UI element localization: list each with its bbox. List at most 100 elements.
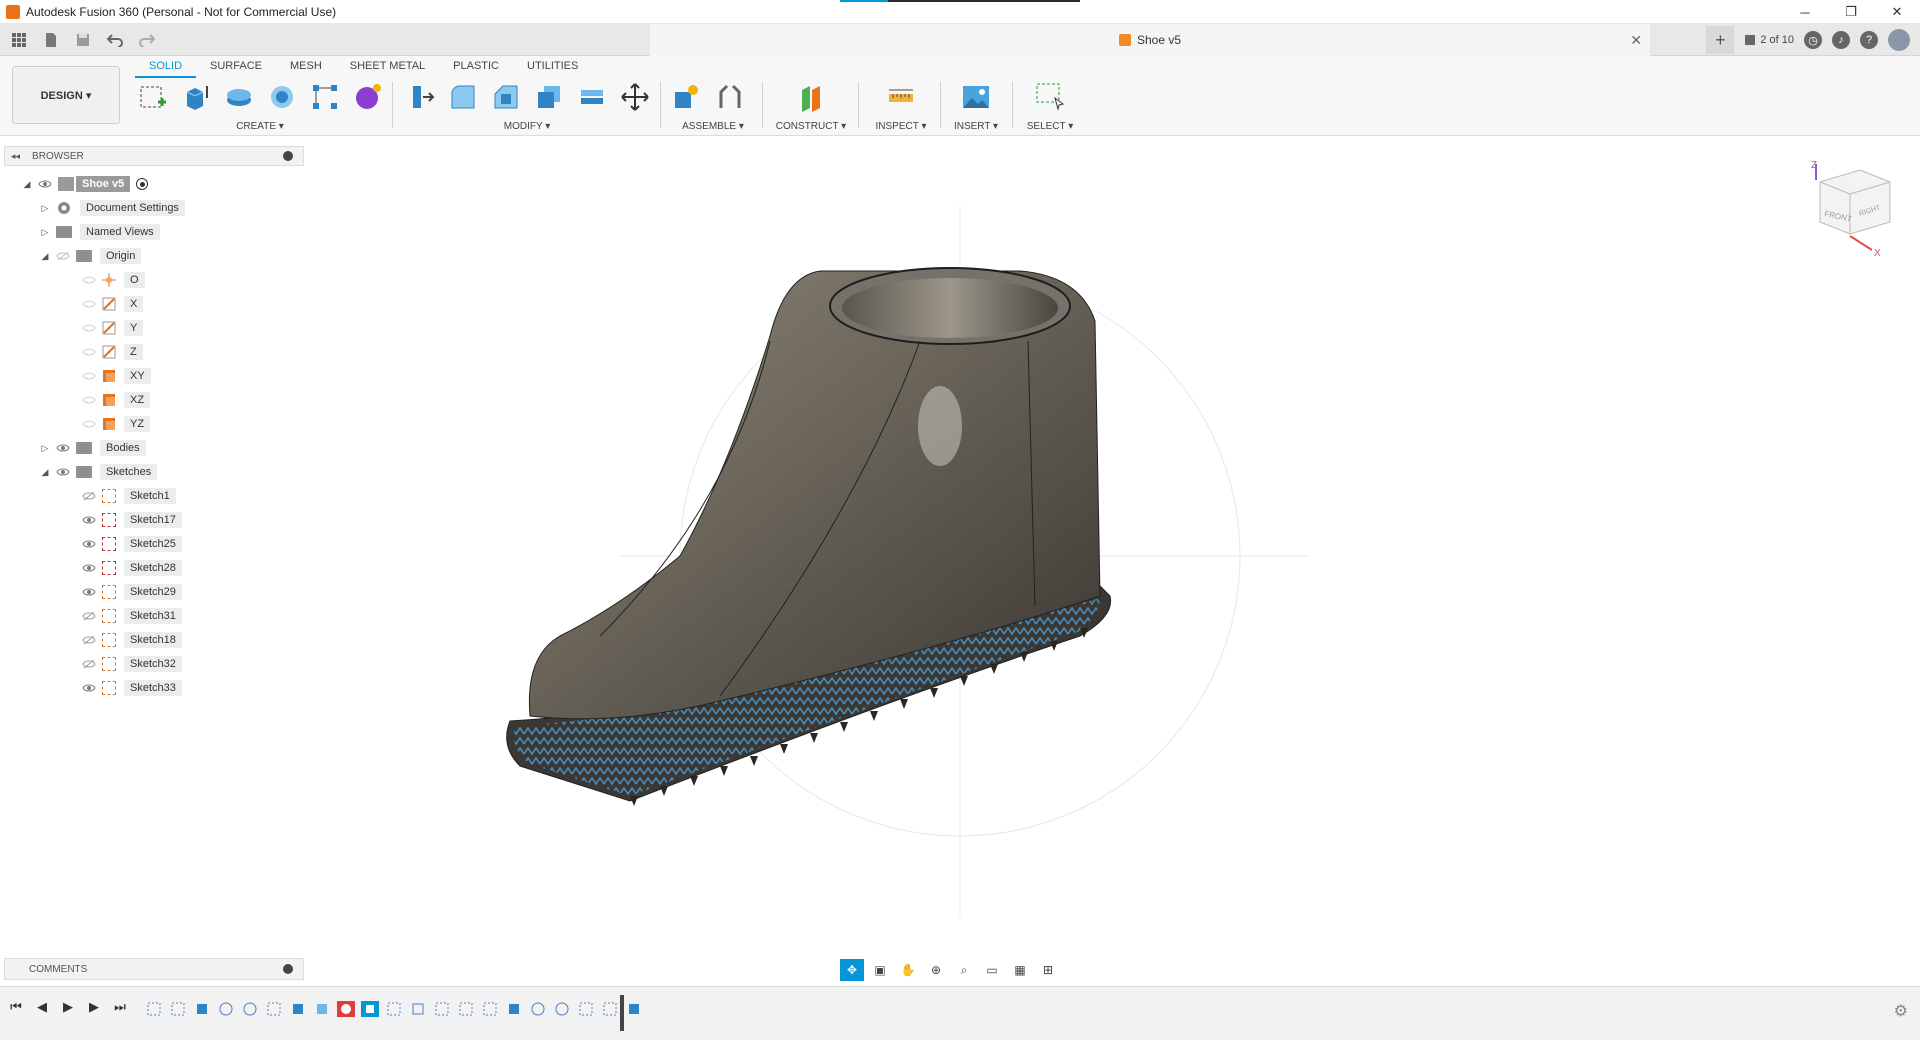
hidden-eye-icon[interactable] xyxy=(82,299,96,309)
tree-item-sketch[interactable]: Sketch29 xyxy=(82,582,182,602)
tree-item-origin[interactable]: ◢ Origin xyxy=(40,246,142,266)
tree-item-z-axis[interactable]: Z xyxy=(82,342,143,362)
tree-item-sketch[interactable]: Sketch32 xyxy=(82,654,182,674)
user-avatar[interactable] xyxy=(1888,29,1910,51)
tab-surface[interactable]: SURFACE xyxy=(196,58,276,78)
timeline-sketch-icon[interactable] xyxy=(577,1001,595,1017)
tree-item-xz-plane[interactable]: XZ xyxy=(82,390,151,410)
file-menu-icon[interactable] xyxy=(40,29,62,51)
shell-icon[interactable] xyxy=(531,79,566,115)
create-menu[interactable]: CREATE ▾ xyxy=(135,121,385,132)
zoom-icon[interactable]: ⊕ xyxy=(924,959,948,981)
timeline-extrude-icon[interactable] xyxy=(193,1001,211,1017)
select-menu[interactable]: SELECT ▾ xyxy=(1018,121,1082,132)
close-tab-icon[interactable]: ✕ xyxy=(1630,32,1642,49)
hidden-eye-icon[interactable] xyxy=(82,635,96,645)
pin-panel-icon[interactable] xyxy=(283,151,293,161)
create-sketch-icon[interactable] xyxy=(135,79,170,115)
inspect-menu[interactable]: INSPECT ▾ xyxy=(866,121,936,132)
timeline-combine-icon[interactable] xyxy=(313,1001,331,1017)
tree-item-sketch[interactable]: Sketch18 xyxy=(82,630,182,650)
shoe-model[interactable] xyxy=(300,136,1920,956)
hidden-eye-icon[interactable] xyxy=(82,275,96,285)
tree-item-sketch[interactable]: Sketch28 xyxy=(82,558,182,578)
timeline-sketch-icon[interactable] xyxy=(145,1001,163,1017)
construct-menu[interactable]: CONSTRUCT ▾ xyxy=(770,121,852,132)
timeline-sketch-icon[interactable] xyxy=(601,1001,619,1017)
chamfer-icon[interactable] xyxy=(488,79,523,115)
tree-item-named-views[interactable]: ▷ Named Views xyxy=(40,222,160,242)
tree-item-sketches[interactable]: ◢ Sketches xyxy=(40,462,158,482)
restore-button[interactable]: ❐ xyxy=(1828,0,1874,24)
undo-icon[interactable] xyxy=(104,29,126,51)
insert-menu[interactable]: INSERT ▾ xyxy=(946,121,1006,132)
move-copy-icon[interactable] xyxy=(617,79,652,115)
timeline-first-icon[interactable]: ⏮ xyxy=(8,999,24,1015)
expand-triangle-icon[interactable]: ▷ xyxy=(40,203,50,213)
timeline-sketch-icon[interactable] xyxy=(433,1001,451,1017)
tree-item-y-axis[interactable]: Y xyxy=(82,318,144,338)
window-select-icon[interactable] xyxy=(1032,79,1068,115)
timeline-plane-icon[interactable] xyxy=(409,1001,427,1017)
timeline-sketch-icon[interactable] xyxy=(385,1001,403,1017)
tab-mesh[interactable]: MESH xyxy=(276,58,336,78)
visibility-eye-icon[interactable] xyxy=(38,179,52,189)
look-at-icon[interactable]: ▣ xyxy=(868,959,892,981)
activate-radio-icon[interactable] xyxy=(136,178,149,190)
viewports-icon[interactable]: ⊞ xyxy=(1036,959,1060,981)
add-comment-icon[interactable] xyxy=(283,964,293,974)
tab-plastic[interactable]: PLASTIC xyxy=(439,58,513,78)
hidden-eye-icon[interactable] xyxy=(82,347,96,357)
hidden-eye-icon[interactable] xyxy=(82,491,96,501)
timeline-settings-gear-icon[interactable]: ⚙ xyxy=(1894,1001,1908,1021)
combine-icon[interactable] xyxy=(574,79,609,115)
help-icon[interactable]: ? xyxy=(1860,31,1878,49)
hidden-eye-icon[interactable] xyxy=(82,323,96,333)
timeline-sketch-icon[interactable] xyxy=(457,1001,475,1017)
tree-item-xy-plane[interactable]: XY xyxy=(82,366,151,386)
tree-item-x-axis[interactable]: X xyxy=(82,294,144,314)
joint-icon[interactable] xyxy=(712,79,748,115)
timeline-marker[interactable] xyxy=(620,995,624,1031)
minimize-button[interactable]: ─ xyxy=(1782,0,1828,24)
visibility-eye-icon[interactable] xyxy=(82,515,96,525)
expand-triangle-icon[interactable]: ▷ xyxy=(40,227,50,237)
sweep-icon[interactable] xyxy=(264,79,299,115)
close-window-button[interactable]: ✕ xyxy=(1874,0,1920,24)
timeline-loft-icon[interactable] xyxy=(529,1001,547,1017)
extrude-icon[interactable] xyxy=(178,79,213,115)
press-pull-icon[interactable] xyxy=(402,79,437,115)
timeline-loft-icon[interactable] xyxy=(217,1001,235,1017)
visibility-eye-icon[interactable] xyxy=(82,563,96,573)
data-panel-grid-icon[interactable] xyxy=(8,29,30,51)
rectangular-pattern-icon[interactable] xyxy=(307,79,342,115)
expand-triangle-icon[interactable]: ◢ xyxy=(22,179,32,189)
tree-item-sketch[interactable]: Sketch31 xyxy=(82,606,182,626)
visibility-eye-icon[interactable] xyxy=(82,539,96,549)
expand-triangle-icon[interactable]: ◢ xyxy=(40,251,50,261)
pan-hand-icon[interactable]: ✋ xyxy=(896,959,920,981)
tree-item-sketch[interactable]: Sketch1 xyxy=(82,486,176,506)
tab-utilities[interactable]: UTILITIES xyxy=(513,58,592,78)
notifications-bell-icon[interactable]: ♪ xyxy=(1832,31,1850,49)
tree-item-bodies[interactable]: ▷ Bodies xyxy=(40,438,146,458)
tree-item-sketch[interactable]: Sketch17 xyxy=(82,510,182,530)
timeline-next-icon[interactable]: ▶ xyxy=(86,999,102,1015)
visibility-eye-icon[interactable] xyxy=(56,443,70,453)
timeline-extrude-icon[interactable] xyxy=(505,1001,523,1017)
timeline-extrude-icon[interactable] xyxy=(289,1001,307,1017)
insert-canvas-icon[interactable] xyxy=(958,79,994,115)
visibility-eye-icon[interactable] xyxy=(56,467,70,477)
expand-triangle-icon[interactable]: ◢ xyxy=(40,467,50,477)
redo-icon[interactable] xyxy=(136,29,158,51)
timeline-play-icon[interactable]: ▶ xyxy=(60,999,76,1015)
tree-item-sketch[interactable]: Sketch33 xyxy=(82,678,182,698)
comments-panel[interactable]: COMMENTS xyxy=(4,958,304,980)
fit-zoom-icon[interactable]: ⌕ xyxy=(952,959,976,981)
orbit-icon[interactable]: ✥ xyxy=(840,959,864,981)
hidden-eye-icon[interactable] xyxy=(56,251,70,261)
workspace-switcher-button[interactable]: DESIGN ▾ xyxy=(12,66,120,124)
grid-settings-icon[interactable]: ▦ xyxy=(1008,959,1032,981)
visibility-eye-icon[interactable] xyxy=(82,683,96,693)
timeline-previous-icon[interactable]: ◀ xyxy=(34,999,50,1015)
